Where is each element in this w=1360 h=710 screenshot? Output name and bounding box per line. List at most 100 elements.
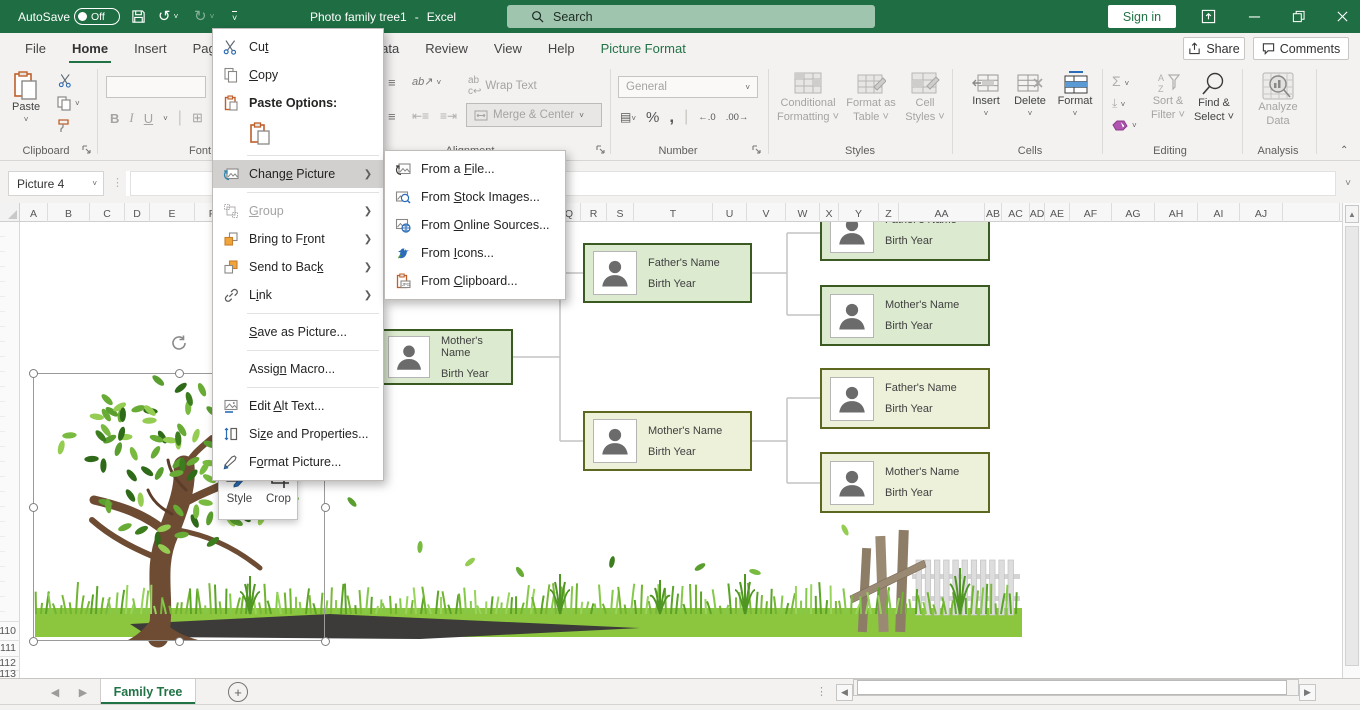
- selection-handle[interactable]: [175, 637, 184, 646]
- border-button[interactable]: ⊞: [192, 110, 203, 126]
- selection-handle[interactable]: [321, 503, 330, 512]
- row-header-110[interactable]: 110: [0, 625, 16, 637]
- undo-button[interactable]: ↺˅: [158, 0, 178, 33]
- align-left-buttons[interactable]: ≡: [388, 109, 396, 124]
- clipboard-dialog-launcher[interactable]: [82, 145, 93, 156]
- submenu-item-from-clipboard[interactable]: JPGFrom Clipboard...: [385, 267, 565, 295]
- submenu-item-from-stock-images[interactable]: From Stock Images...: [385, 183, 565, 211]
- bold-button[interactable]: B: [110, 111, 119, 126]
- sort-filter-button[interactable]: AZ Sort & Filter ˅: [1146, 71, 1190, 123]
- tab-home[interactable]: Home: [59, 33, 121, 63]
- hscroll-track[interactable]: [853, 679, 1299, 696]
- photo-placeholder[interactable]: [830, 377, 874, 421]
- menu-item-send-to-back[interactable]: Send to Back❯: [213, 253, 383, 281]
- copy-button[interactable]: ˅: [56, 95, 72, 116]
- column-header-D[interactable]: D: [125, 203, 150, 222]
- hscroll-left-arrow[interactable]: ◀: [836, 684, 853, 701]
- photo-placeholder[interactable]: [388, 336, 430, 378]
- row-header-113[interactable]: 113: [0, 668, 16, 678]
- delete-cells-button[interactable]: Delete˅: [1008, 71, 1052, 119]
- hscroll-thumb[interactable]: [857, 680, 1287, 695]
- fill-button[interactable]: ⤓ ˅: [1112, 96, 1125, 111]
- column-header-B[interactable]: B: [48, 203, 90, 222]
- family-box-mothers-name-6[interactable]: Mother's NameBirth Year: [820, 452, 990, 513]
- menu-item-size-and-properties[interactable]: Size and Properties...: [213, 420, 383, 448]
- column-header-AD[interactable]: AD: [1030, 203, 1045, 222]
- comma-button[interactable]: ,: [669, 107, 674, 127]
- collapse-ribbon-button[interactable]: ⌃: [1340, 145, 1348, 156]
- analyze-data-button[interactable]: Analyze Data: [1248, 71, 1308, 129]
- menu-item-edit-alt-text[interactable]: Edit Alt Text...: [213, 392, 383, 420]
- select-all-corner[interactable]: [0, 203, 20, 221]
- prev-sheet-button[interactable]: ◀: [42, 679, 68, 705]
- column-header-T[interactable]: T: [634, 203, 713, 222]
- comments-button[interactable]: Comments: [1253, 37, 1349, 60]
- autosave-toggle[interactable]: Off: [74, 0, 120, 33]
- selection-handle[interactable]: [175, 369, 184, 378]
- paste-button[interactable]: Paste˅: [12, 71, 40, 125]
- column-header-X[interactable]: X: [820, 203, 839, 222]
- save-button[interactable]: [131, 0, 146, 33]
- menu-item-bring-to-front[interactable]: Bring to Front❯: [213, 225, 383, 253]
- alignment-dialog-launcher[interactable]: [596, 145, 607, 156]
- menu-item-group[interactable]: Group❯: [213, 197, 383, 225]
- format-cells-button[interactable]: Format˅: [1052, 71, 1098, 119]
- selection-handle[interactable]: [29, 369, 38, 378]
- tab-insert[interactable]: Insert: [121, 33, 180, 63]
- sheet-tab-family-tree[interactable]: Family Tree: [100, 679, 196, 704]
- italic-button[interactable]: I: [129, 110, 133, 126]
- column-header-AA[interactable]: AA: [899, 203, 985, 222]
- vscroll-up-arrow[interactable]: ▲: [1345, 205, 1359, 223]
- close-button[interactable]: [1322, 0, 1360, 33]
- column-header-Y[interactable]: Y: [839, 203, 879, 222]
- photo-placeholder[interactable]: [593, 419, 637, 463]
- format-painter-button[interactable]: [56, 118, 72, 139]
- family-box-fathers-name-5[interactable]: Father's NameBirth Year: [820, 368, 990, 429]
- column-header-S[interactable]: S: [607, 203, 634, 222]
- column-header-A[interactable]: A: [20, 203, 48, 222]
- row-header-111[interactable]: 111: [0, 642, 16, 654]
- menu-item-save-as-picture[interactable]: Save as Picture...: [213, 318, 383, 346]
- photo-placeholder[interactable]: [830, 294, 874, 338]
- ribbon-display-options-button[interactable]: [1188, 0, 1228, 33]
- increase-indent-button[interactable]: ≡⇥: [440, 109, 457, 123]
- tab-file[interactable]: File: [12, 33, 59, 63]
- namebox-splitter[interactable]: ⋮: [112, 176, 123, 189]
- column-header-AI[interactable]: AI: [1198, 203, 1240, 222]
- wrap-text-button[interactable]: abc↩Wrap Text: [468, 75, 537, 97]
- family-box-fathers-name-1[interactable]: Father's NameBirth Year: [583, 243, 752, 303]
- selection-handle[interactable]: [29, 637, 38, 646]
- column-header-W[interactable]: W: [786, 203, 820, 222]
- column-header-V[interactable]: V: [747, 203, 786, 222]
- scrollbar-splitter[interactable]: ⋮: [816, 685, 827, 698]
- minimize-button[interactable]: [1234, 0, 1274, 33]
- menu-item-cut[interactable]: Cut: [213, 33, 383, 61]
- sign-in-button[interactable]: Sign in: [1108, 5, 1176, 28]
- column-header-AB[interactable]: AB: [985, 203, 1002, 222]
- autosum-button[interactable]: Σ ˅: [1112, 73, 1129, 89]
- decrease-decimal-button[interactable]: .00→: [726, 112, 749, 123]
- tab-picture-format[interactable]: Picture Format: [588, 33, 699, 63]
- percent-button[interactable]: %: [646, 109, 659, 126]
- submenu-item-from-icons[interactable]: From Icons...: [385, 239, 565, 267]
- family-box-fathers-name-3[interactable]: Father's NameBirth Year: [820, 222, 990, 261]
- font-name-select[interactable]: [106, 76, 206, 98]
- tab-view[interactable]: View: [481, 33, 535, 63]
- number-format-select[interactable]: General˅: [618, 76, 758, 98]
- column-header-C[interactable]: C: [90, 203, 125, 222]
- vscroll-thumb[interactable]: [1345, 226, 1359, 666]
- accounting-format-button[interactable]: ▤˅: [620, 110, 636, 124]
- family-box-mothers-name-0[interactable]: Mother's NameBirth Year: [378, 329, 513, 385]
- selection-handle[interactable]: [321, 637, 330, 646]
- paste-option-picture-button[interactable]: [213, 117, 383, 151]
- rotate-handle[interactable]: [170, 334, 188, 357]
- column-header-E[interactable]: E: [150, 203, 195, 222]
- format-as-table-button[interactable]: Format as Table ˅: [842, 71, 900, 125]
- formula-bar-expand-button[interactable]: ˅: [1338, 173, 1358, 193]
- share-button[interactable]: Share: [1183, 37, 1245, 60]
- photo-placeholder[interactable]: [593, 251, 637, 295]
- cell-styles-button[interactable]: Cell Styles ˅: [900, 71, 950, 125]
- increase-decimal-button[interactable]: ←.0: [698, 112, 715, 123]
- column-header-AF[interactable]: AF: [1070, 203, 1112, 222]
- menu-item-paste-options[interactable]: Paste Options:: [213, 89, 383, 117]
